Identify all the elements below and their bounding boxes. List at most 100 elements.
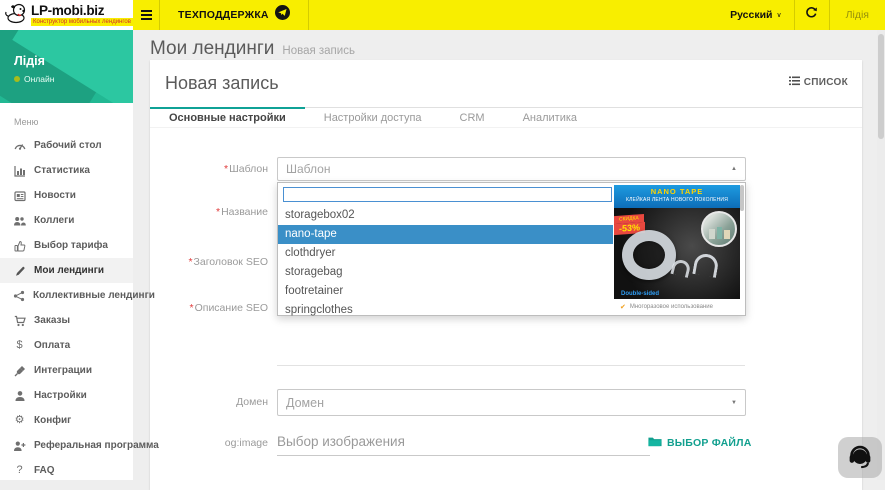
user-icon: [13, 390, 26, 402]
og-image-input[interactable]: [277, 428, 650, 456]
domain-label: Домен: [150, 396, 268, 408]
list-button[interactable]: СПИСОК: [789, 73, 848, 91]
main-content: Мои лендинги Новая запись Новая запись С…: [133, 30, 885, 480]
card-title: Новая запись: [165, 73, 279, 94]
caret-up-icon: ▲: [731, 166, 737, 172]
og-image-label: og:image: [150, 437, 268, 449]
pencil-icon: [13, 265, 26, 277]
plug-icon: [13, 365, 26, 377]
headset-icon: [846, 442, 874, 474]
sidebar-item-dashboard[interactable]: Рабочий стол: [0, 133, 133, 158]
logo-title: LP-mobi.biz: [31, 4, 133, 18]
topbar: LP-mobi.biz Конструктор мобильных лендин…: [0, 0, 885, 30]
dropdown-option[interactable]: footretainer: [278, 282, 613, 301]
online-status-label: Онлайн: [24, 74, 54, 84]
share-icon: [13, 290, 25, 302]
language-selector[interactable]: Русский ∨: [718, 9, 794, 21]
name-label: *Название: [150, 206, 268, 218]
seo-description-underline: [277, 365, 745, 366]
dollar-icon: $: [13, 340, 26, 351]
sidebar-toggle-button[interactable]: [133, 0, 159, 30]
template-dropdown-panel: storagebox02 nano-tape clothdryer storag…: [277, 182, 746, 316]
template-options-list: storagebox02 nano-tape clothdryer storag…: [278, 206, 613, 320]
preview-feature: Многоразовое использование: [630, 304, 713, 310]
tab-bar: Основные настройки Настройки доступа CRM…: [150, 107, 862, 128]
sidebar-item-news[interactable]: Новости: [0, 183, 133, 208]
question-icon: ?: [13, 465, 26, 476]
refresh-button[interactable]: [795, 0, 829, 30]
template-select[interactable]: Шаблон ▲: [277, 157, 746, 181]
topbar-username[interactable]: Лідія: [830, 9, 885, 21]
people-icon: [13, 215, 26, 227]
menu-section-label: Меню: [0, 103, 133, 133]
gear-icon: ⚙: [13, 415, 26, 426]
list-icon: [789, 73, 800, 91]
preview-title: NANO TAPE: [614, 187, 740, 196]
tab-main-settings[interactable]: Основные настройки: [150, 107, 305, 127]
dropdown-scrollbar[interactable]: [740, 185, 744, 211]
dropdown-option[interactable]: storagebag: [278, 263, 613, 282]
sidebar-item-my-landings[interactable]: Мои лендинги: [0, 258, 133, 283]
chevron-down-icon: ∨: [777, 11, 782, 19]
dropdown-option[interactable]: springclothes: [278, 301, 613, 320]
file-select-button[interactable]: ВЫБОР ФАЙЛА: [648, 434, 751, 452]
sidebar-item-settings[interactable]: Настройки: [0, 383, 133, 408]
news-icon: [13, 190, 26, 202]
tab-crm[interactable]: CRM: [441, 107, 504, 127]
support-button[interactable]: ТЕХПОДДЕРЖКА: [160, 0, 308, 30]
page-subtitle: Новая запись: [282, 45, 355, 57]
page-title: Мои лендинги: [150, 38, 274, 60]
sidebar-item-orders[interactable]: Заказы: [0, 308, 133, 333]
language-label: Русский: [730, 9, 772, 21]
sidebar: Лідія Онлайн Меню Рабочий стол Статистик…: [0, 30, 133, 480]
content-card: Новая запись СПИСОК Основные настройки Н…: [150, 60, 862, 490]
page-scrollbar[interactable]: [877, 30, 885, 480]
stats-icon: [13, 165, 26, 177]
domain-select[interactable]: Домен ▼: [277, 389, 746, 416]
preview-subtitle: КЛЕЙКАЯ ЛЕНТА НОВОГО ПОКОЛЕНИЯ: [614, 197, 740, 203]
template-label: *Шаблон: [150, 163, 268, 175]
seo-description-label: *Описание SEO: [150, 302, 268, 314]
folder-icon: [648, 434, 662, 452]
user-plus-icon: [13, 440, 26, 452]
dropdown-option[interactable]: clothdryer: [278, 244, 613, 263]
sidebar-item-referral[interactable]: Реферальная программа: [0, 433, 133, 458]
caret-down-icon: ▼: [731, 400, 737, 406]
telegram-icon: [275, 5, 290, 25]
sidebar-item-colleagues[interactable]: Коллеги: [0, 208, 133, 233]
cart-icon: [13, 315, 26, 327]
dashboard-icon: [13, 140, 26, 152]
preview-inset-photo: [701, 211, 737, 247]
seo-title-label: *Заголовок SEO: [150, 256, 268, 268]
template-search-input[interactable]: [283, 187, 612, 202]
online-status-dot: [14, 76, 20, 82]
page-scrollbar-thumb[interactable]: [878, 34, 884, 139]
sidebar-item-tariff[interactable]: Выбор тарифа: [0, 233, 133, 258]
logo-subtitle: Конструктор мобильных лендингов: [31, 18, 133, 26]
breadcrumb: Мои лендинги Новая запись: [133, 30, 885, 60]
preview-photo: СКИДКА -53% Double-sided: [614, 208, 740, 299]
sidebar-profile: Лідія Онлайн: [0, 30, 133, 103]
tab-access-settings[interactable]: Настройки доступа: [305, 107, 441, 127]
sidebar-item-faq[interactable]: ? FAQ: [0, 458, 133, 483]
refresh-icon: [805, 6, 818, 24]
sidebar-item-payment[interactable]: $ Оплата: [0, 333, 133, 358]
logo[interactable]: LP-mobi.biz Конструктор мобильных лендин…: [0, 0, 133, 30]
thumb-up-icon: [13, 240, 26, 252]
landing-form: *Шаблон *Название *Заголовок SEO *Описан…: [150, 128, 862, 488]
sidebar-item-statistics[interactable]: Статистика: [0, 158, 133, 183]
support-chat-widget[interactable]: [838, 437, 882, 478]
sidebar-item-config[interactable]: ⚙ Конфиг: [0, 408, 133, 433]
dog-logo-icon: [4, 2, 28, 29]
dropdown-option[interactable]: storagebox02: [278, 206, 613, 225]
topbar-divider: [308, 0, 309, 30]
tab-analytics[interactable]: Аналитика: [504, 107, 596, 127]
dropdown-option-highlighted[interactable]: nano-tape: [278, 225, 613, 244]
tape-strip-graphic: [692, 252, 719, 278]
sidebar-item-integrations[interactable]: Интеграции: [0, 358, 133, 383]
check-icon: ✔: [620, 303, 626, 311]
sidebar-item-collective-landings[interactable]: Коллективные лендинги: [0, 283, 133, 308]
preview-caption: Double-sided: [621, 291, 659, 297]
template-preview: NANO TAPE КЛЕЙКАЯ ЛЕНТА НОВОГО ПОКОЛЕНИЯ…: [614, 185, 740, 315]
support-label: ТЕХПОДДЕРЖКА: [178, 9, 269, 21]
